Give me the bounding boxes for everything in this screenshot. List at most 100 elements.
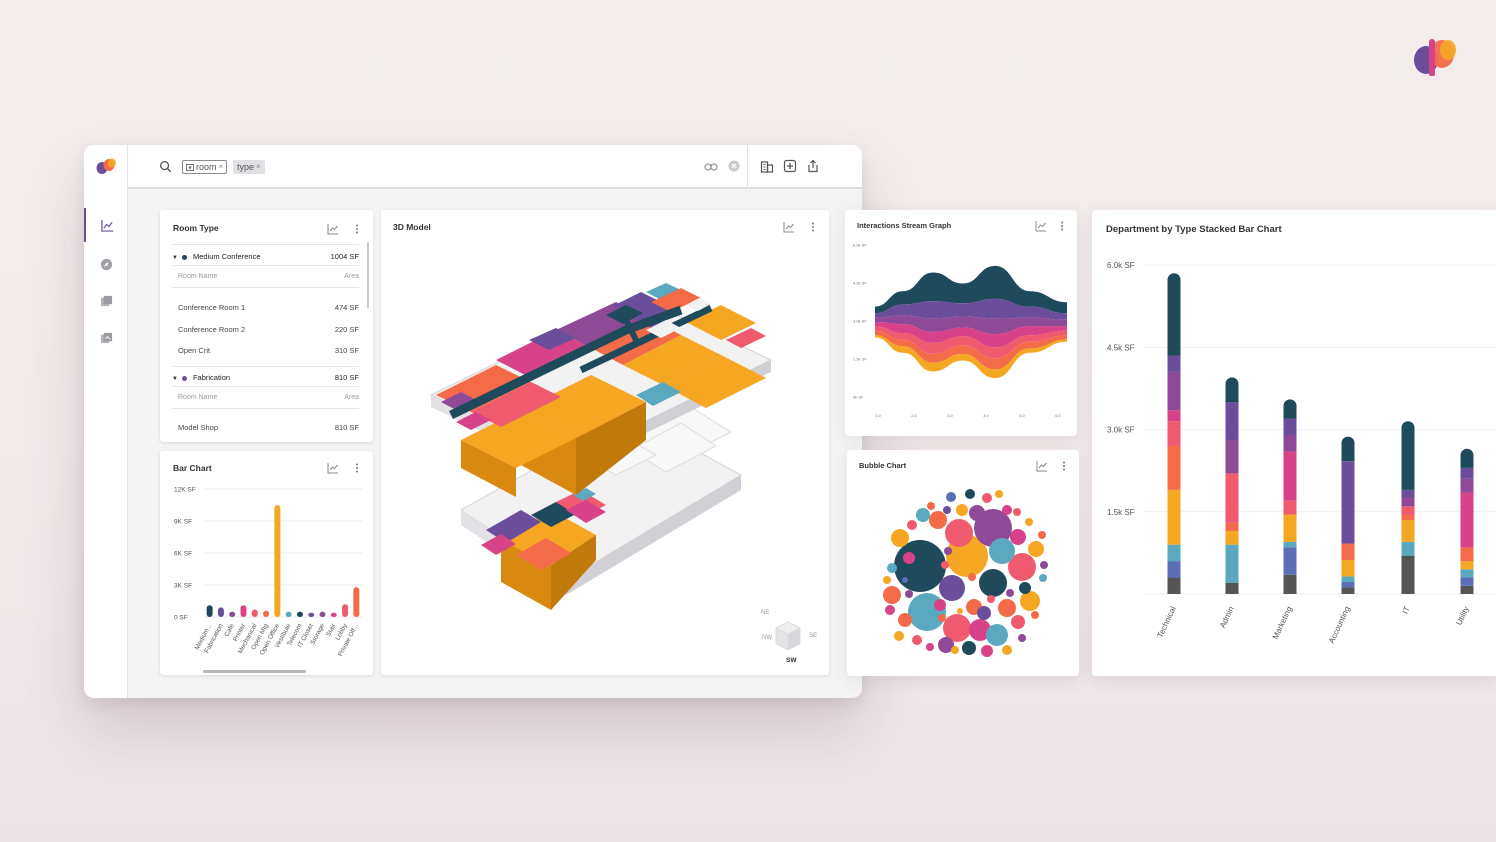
- stacked-segment[interactable]: [1283, 451, 1297, 501]
- stacked-segment[interactable]: [1341, 436, 1355, 462]
- stacked-segment[interactable]: [1460, 585, 1474, 594]
- bubble[interactable]: [969, 505, 985, 521]
- bubble[interactable]: [977, 561, 985, 569]
- stacked-segment[interactable]: [1341, 560, 1355, 577]
- stacked-segment[interactable]: [1167, 445, 1181, 490]
- bubble[interactable]: [977, 606, 991, 620]
- bar[interactable]: [308, 612, 315, 617]
- stacked-segment[interactable]: [1225, 402, 1239, 441]
- bubble[interactable]: [986, 624, 1008, 646]
- bar[interactable]: [353, 587, 360, 617]
- stacked-segment[interactable]: [1283, 541, 1297, 548]
- bar[interactable]: [342, 604, 349, 617]
- bubble[interactable]: [916, 508, 930, 522]
- room-group-row[interactable]: ▼ Medium Conference 1004 SF: [172, 252, 359, 261]
- stacked-segment[interactable]: [1460, 492, 1474, 548]
- bubble[interactable]: [1039, 574, 1047, 582]
- horizontal-scrollbar[interactable]: [203, 670, 306, 673]
- room-row[interactable]: Conference Room 1 474 SF: [172, 303, 359, 312]
- bubble[interactable]: [943, 506, 951, 514]
- bubble[interactable]: [945, 519, 973, 547]
- bubble[interactable]: [998, 599, 1016, 617]
- stacked-segment[interactable]: [1401, 514, 1415, 520]
- bubble[interactable]: [939, 575, 965, 601]
- add-icon[interactable]: [783, 159, 797, 173]
- bar[interactable]: [229, 611, 236, 617]
- bubble[interactable]: [995, 490, 1003, 498]
- gallery-nav-icon[interactable]: [84, 321, 128, 355]
- room-row[interactable]: Model Shop 810 SF: [172, 423, 359, 432]
- stacked-segment[interactable]: [1341, 543, 1355, 561]
- bubble[interactable]: [905, 590, 913, 598]
- stacked-segment[interactable]: [1460, 569, 1474, 578]
- bar[interactable]: [206, 605, 213, 617]
- stacked-segment[interactable]: [1460, 561, 1474, 570]
- bubble[interactable]: [1006, 589, 1014, 597]
- stacked-segment[interactable]: [1401, 498, 1415, 507]
- stacked-segment[interactable]: [1225, 544, 1239, 584]
- bubble[interactable]: [894, 540, 946, 592]
- layers-nav-icon[interactable]: [84, 284, 128, 318]
- bar[interactable]: [285, 611, 292, 617]
- bubble[interactable]: [908, 593, 946, 631]
- bubble[interactable]: [1020, 591, 1040, 611]
- room-row[interactable]: Conference Room 2 220 SF: [172, 325, 359, 334]
- bubble[interactable]: [934, 599, 946, 611]
- stacked-segment[interactable]: [1167, 489, 1181, 545]
- bar[interactable]: [240, 605, 247, 617]
- bubble[interactable]: [989, 538, 1015, 564]
- stacked-segment[interactable]: [1225, 377, 1239, 403]
- stacked-segment[interactable]: [1225, 530, 1239, 545]
- bubble[interactable]: [957, 608, 963, 614]
- chip-remove-icon[interactable]: ×: [219, 161, 224, 173]
- chip-remove-icon[interactable]: ×: [256, 161, 261, 173]
- stacked-segment[interactable]: [1401, 555, 1415, 594]
- stacked-segment[interactable]: [1167, 421, 1181, 446]
- chart-type-icon[interactable]: [327, 223, 339, 235]
- bubble[interactable]: [1011, 615, 1025, 629]
- stacked-segment[interactable]: [1225, 440, 1239, 474]
- bubble[interactable]: [979, 569, 1007, 597]
- room-row[interactable]: Open Crit 310 SF: [172, 346, 359, 355]
- bubble[interactable]: [981, 645, 993, 657]
- stacked-segment[interactable]: [1401, 519, 1415, 542]
- bubble[interactable]: [1010, 529, 1026, 545]
- stacked-segment[interactable]: [1460, 547, 1474, 562]
- bubble[interactable]: [1018, 634, 1026, 642]
- bubble[interactable]: [898, 613, 912, 627]
- stacked-segment[interactable]: [1167, 371, 1181, 411]
- more-options-icon[interactable]: [351, 223, 363, 235]
- bubble[interactable]: [1031, 611, 1039, 619]
- stacked-segment[interactable]: [1283, 434, 1297, 452]
- bubble[interactable]: [903, 552, 915, 564]
- building-icon[interactable]: [760, 159, 774, 173]
- stacked-segment[interactable]: [1167, 577, 1181, 594]
- room-group-row[interactable]: ▼ Fabrication 810 SF: [172, 373, 359, 382]
- bubble[interactable]: [1028, 541, 1044, 557]
- bubble[interactable]: [894, 631, 904, 641]
- bubble[interactable]: [956, 504, 968, 516]
- stacked-segment[interactable]: [1167, 544, 1181, 562]
- bar[interactable]: [274, 505, 281, 617]
- bubble[interactable]: [941, 561, 949, 569]
- charts-nav-icon[interactable]: [84, 208, 128, 242]
- stacked-segment[interactable]: [1401, 489, 1415, 499]
- bubble[interactable]: [965, 489, 975, 499]
- stacked-segment[interactable]: [1460, 467, 1474, 479]
- room-filter-chip[interactable]: room ×: [182, 160, 228, 174]
- stacked-segment[interactable]: [1225, 583, 1239, 594]
- stacked-segment[interactable]: [1341, 461, 1355, 544]
- bubble[interactable]: [1002, 645, 1012, 655]
- stacked-segment[interactable]: [1401, 421, 1415, 490]
- bubble[interactable]: [968, 573, 976, 581]
- stacked-segment[interactable]: [1167, 355, 1181, 372]
- stacked-segment[interactable]: [1283, 500, 1297, 515]
- bubble[interactable]: [987, 595, 995, 603]
- bubble[interactable]: [1040, 561, 1048, 569]
- stacked-segment[interactable]: [1460, 478, 1474, 493]
- scrollbar[interactable]: [367, 242, 369, 308]
- bubble[interactable]: [883, 586, 901, 604]
- search-icon[interactable]: [159, 160, 172, 173]
- bubble[interactable]: [902, 577, 908, 583]
- stacked-segment[interactable]: [1460, 577, 1474, 586]
